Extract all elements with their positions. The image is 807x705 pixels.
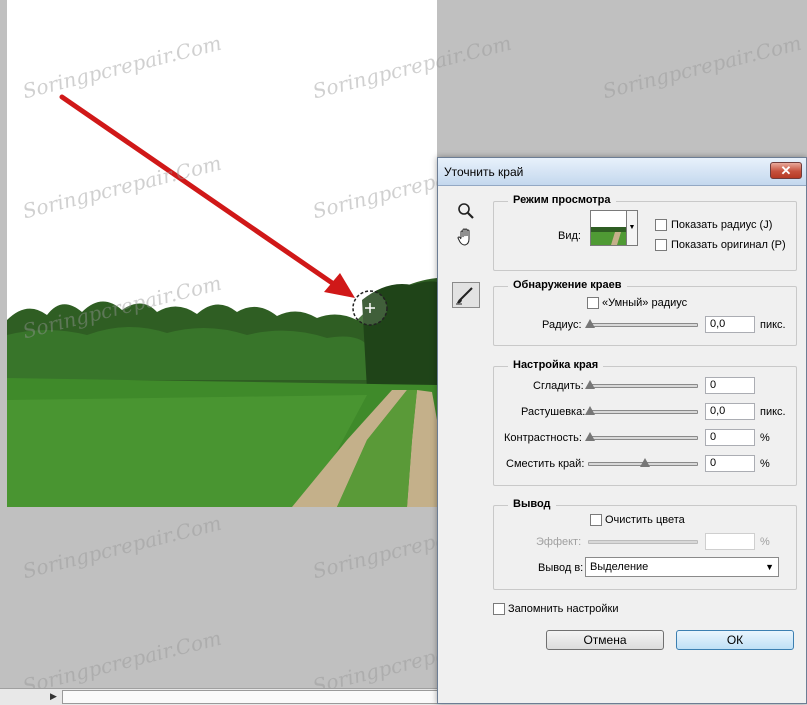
watermark: Soringpcrepair.Com [600, 30, 804, 104]
show-radius-label: Показать радиус (J) [671, 219, 773, 231]
amount-input [705, 533, 755, 550]
contrast-slider-track[interactable] [588, 436, 698, 440]
adjust-edge-legend: Настройка края [508, 359, 604, 371]
output-to-select[interactable]: Выделение ▼ [585, 557, 779, 577]
decontaminate-colors-checkbox[interactable] [590, 514, 602, 526]
show-radius-checkbox[interactable] [655, 219, 667, 231]
hand-icon[interactable] [455, 226, 477, 248]
shift-edge-unit: % [760, 458, 770, 470]
contrast-label: Контрастность: [504, 432, 582, 444]
feather-label: Растушевка: [521, 406, 586, 418]
chevron-down-icon: ▼ [765, 562, 774, 572]
output-to-label: Вывод в: [538, 562, 584, 574]
radius-input[interactable]: 0,0 [705, 316, 755, 333]
amount-slider-track [588, 540, 698, 544]
radius-unit: пикс. [760, 319, 786, 331]
view-mode-legend: Режим просмотра [508, 194, 616, 206]
feather-unit: пикс. [760, 406, 786, 418]
smooth-input[interactable]: 0 [705, 377, 755, 394]
dialog-title: Уточнить край [444, 165, 524, 179]
radius-slider-track[interactable] [588, 323, 698, 327]
radius-label: Радиус: [542, 319, 582, 331]
decontaminate-colors-label: Очистить цвета [605, 514, 685, 526]
smart-radius-checkbox[interactable] [587, 297, 599, 309]
red-annotation-arrow [59, 94, 355, 298]
view-dropdown-arrow-icon[interactable]: ▼ [626, 210, 638, 246]
feather-slider-track[interactable] [588, 410, 698, 414]
arrow-head [324, 273, 355, 298]
show-original-label: Показать оригинал (P) [671, 239, 786, 251]
shift-edge-input[interactable]: 0 [705, 455, 755, 472]
show-original-checkbox[interactable] [655, 239, 667, 251]
watermark: Soringpcrepair.Com [20, 510, 224, 584]
close-button[interactable]: ✕ [770, 162, 802, 179]
close-icon: ✕ [780, 163, 792, 178]
cancel-button[interactable]: Отмена [546, 630, 664, 650]
radius-slider-thumb[interactable] [585, 319, 595, 328]
view-thumbnail-image [591, 211, 627, 245]
shift-edge-label: Сместить край: [506, 458, 585, 470]
amount-unit: % [760, 536, 770, 548]
output-to-value: Выделение [590, 561, 649, 573]
shift-edge-slider-thumb[interactable] [640, 458, 650, 467]
refine-edge-dialog: Уточнить край ✕ Режим просмотра Вид: ▼ П… [437, 157, 807, 704]
amount-label: Эффект: [536, 536, 582, 548]
arrow-shaft [59, 94, 341, 290]
feather-slider-thumb[interactable] [585, 406, 595, 415]
view-mode-group: Режим просмотра [493, 194, 797, 271]
view-label: Вид: [558, 230, 581, 242]
dialog-titlebar[interactable]: Уточнить край ✕ [438, 158, 806, 186]
smooth-label: Сгладить: [533, 380, 584, 392]
status-arrow-icon[interactable]: ▶ [50, 691, 60, 702]
edge-detection-legend: Обнаружение краев [508, 279, 627, 291]
smooth-slider-track[interactable] [588, 384, 698, 388]
zoom-icon[interactable] [455, 200, 477, 222]
refine-radius-brush-icon[interactable] [452, 282, 480, 308]
smart-radius-label: «Умный» радиус [602, 297, 688, 309]
remember-settings-label: Запомнить настройки [508, 603, 619, 615]
feather-input[interactable]: 0,0 [705, 403, 755, 420]
output-legend: Вывод [508, 498, 556, 510]
contrast-unit: % [760, 432, 770, 444]
smooth-slider-thumb[interactable] [585, 380, 595, 389]
ok-button[interactable]: ОК [676, 630, 794, 650]
contrast-slider-thumb[interactable] [585, 432, 595, 441]
remember-settings-checkbox[interactable] [493, 603, 505, 615]
contrast-input[interactable]: 0 [705, 429, 755, 446]
